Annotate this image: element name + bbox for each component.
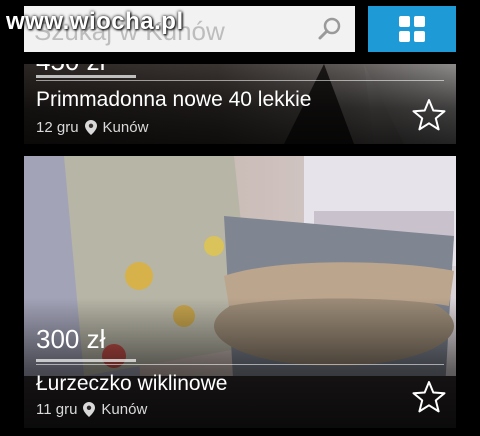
grid-view-button[interactable]: [368, 6, 456, 52]
favorite-star-icon[interactable]: [412, 98, 446, 132]
listing-location: Kunów: [102, 119, 149, 136]
listing-date: 11 gru: [36, 401, 78, 418]
favorite-star-icon[interactable]: [412, 380, 446, 414]
location-pin-icon: [84, 120, 97, 135]
listing-meta: 12 gru Kunów: [36, 119, 148, 136]
location-pin-icon: [83, 402, 96, 417]
watermark: www.wiocha.pl: [6, 8, 184, 35]
listing-title: Primmadonna nowe 40 lekkie: [36, 88, 312, 111]
listing-price: 300 zł: [36, 324, 106, 354]
divider: [36, 364, 444, 365]
divider-accent: [36, 75, 136, 78]
listing-meta: 11 gru Kunów: [36, 401, 147, 418]
listing-location: Kunów: [101, 401, 148, 418]
grid-view-icon: [399, 16, 425, 42]
listing-card[interactable]: 300 zł Łurzeczko wiklinowe 11 gru Kunów: [24, 156, 456, 428]
search-icon[interactable]: [317, 16, 343, 42]
listing-title: Łurzeczko wiklinowe: [36, 372, 228, 395]
divider-accent: [36, 359, 136, 362]
listing-card[interactable]: 450 zł Primmadonna nowe 40 lekkie 12 gru…: [24, 64, 456, 144]
divider: [36, 80, 444, 81]
listing-date: 12 gru: [36, 119, 79, 136]
